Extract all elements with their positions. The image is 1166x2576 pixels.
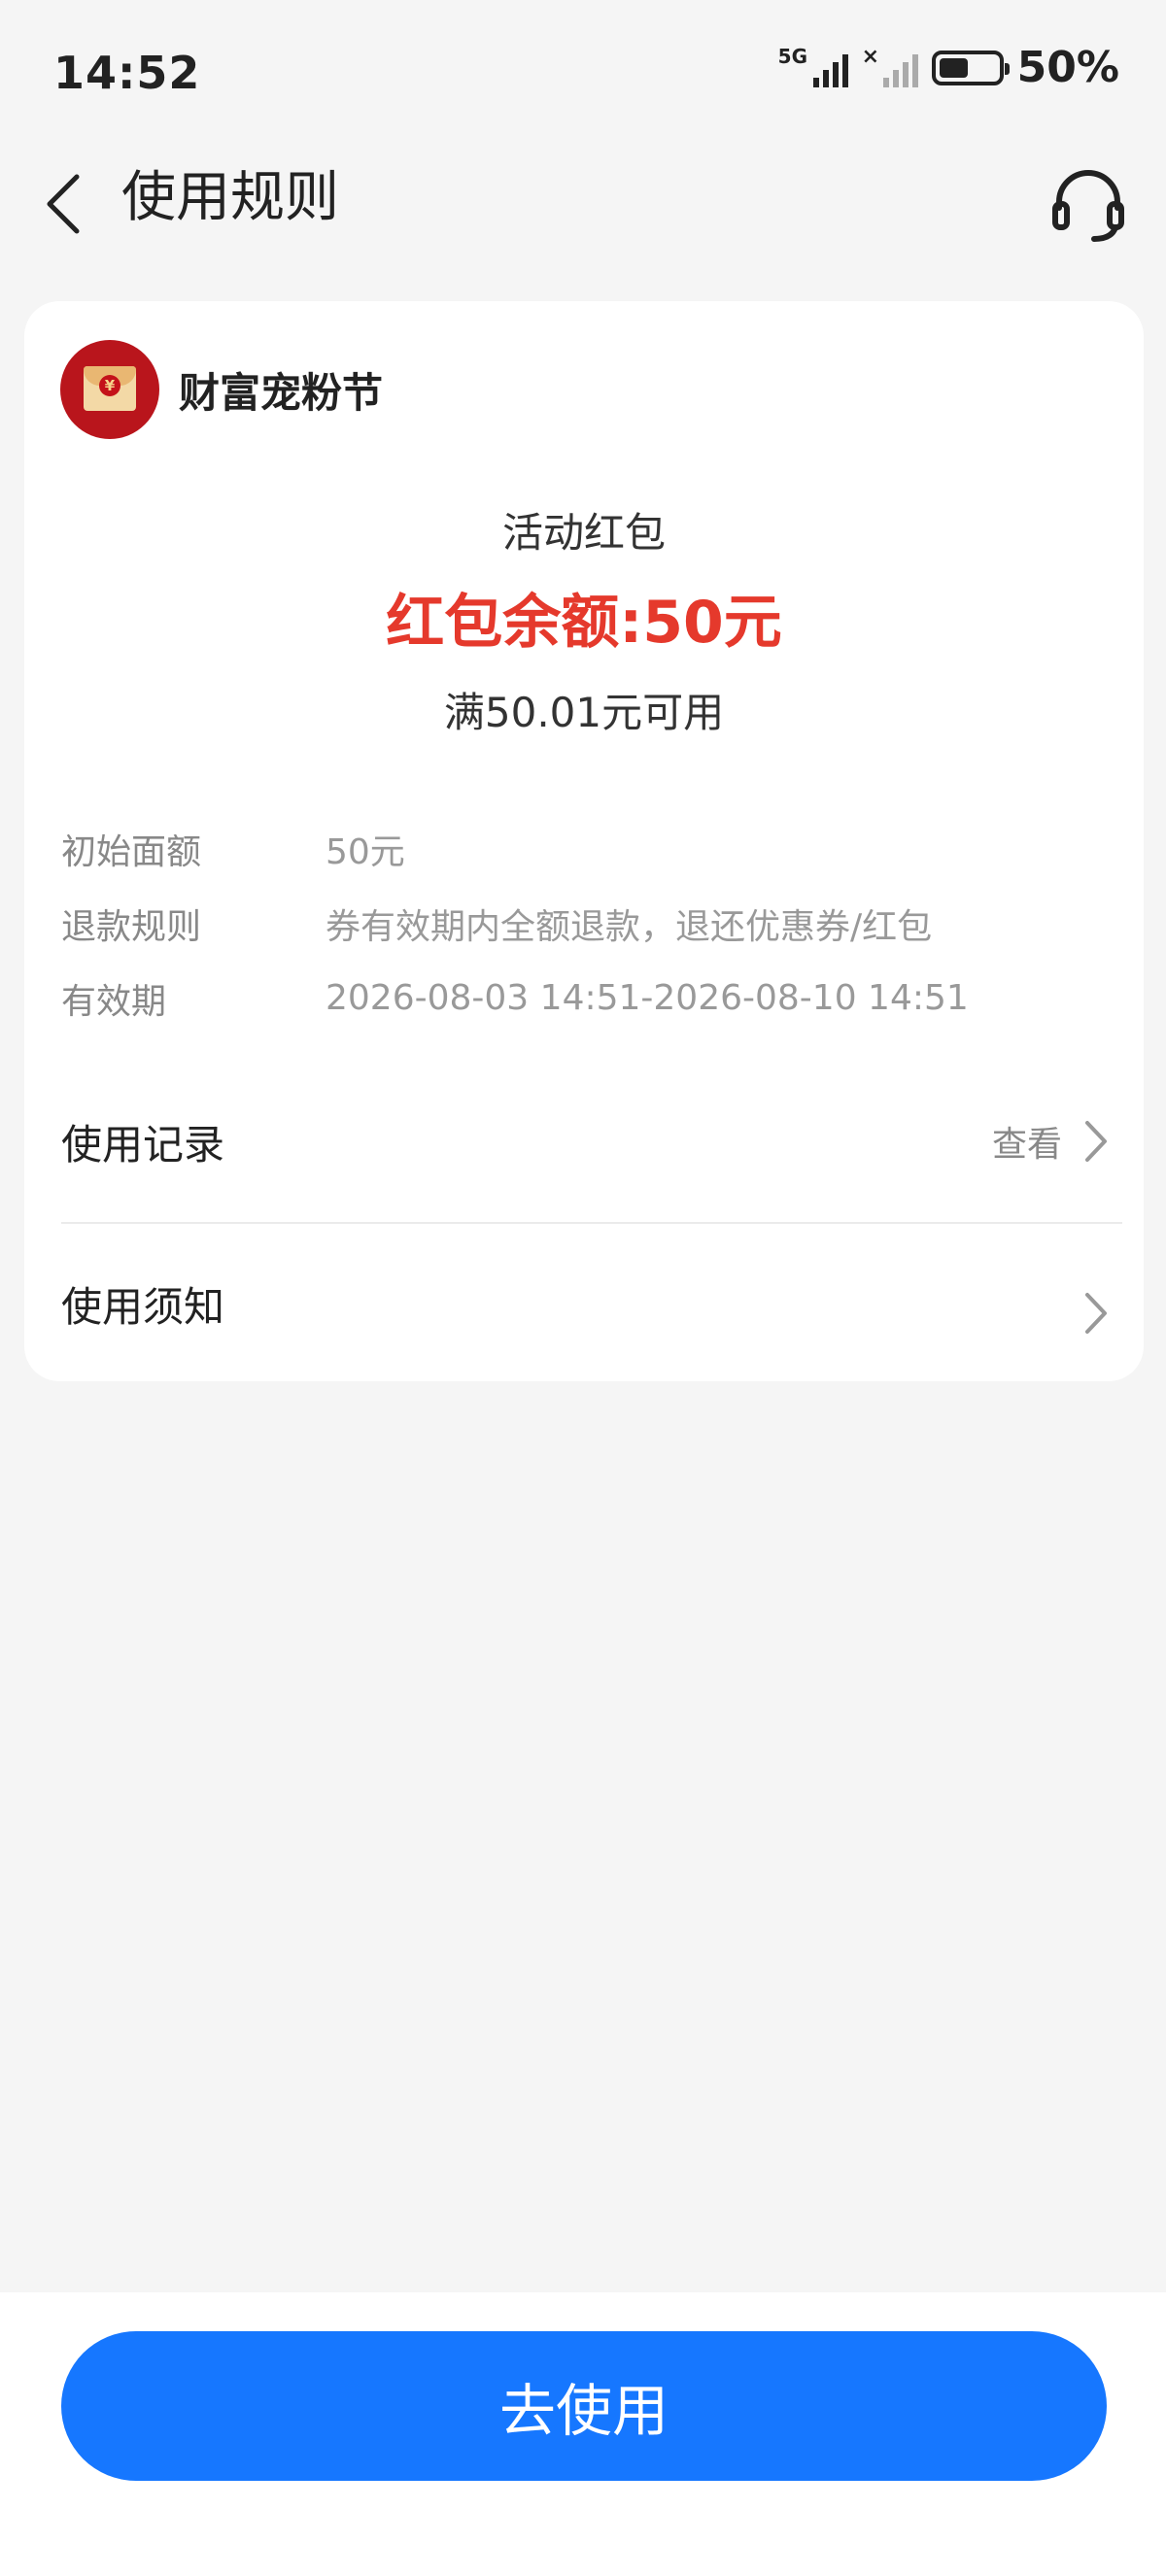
customer-service-button[interactable] xyxy=(1047,163,1129,245)
page-title: 使用规则 xyxy=(121,166,339,229)
usage-record-link-group: 查看 xyxy=(992,1116,1111,1167)
network-type-label: 5G xyxy=(777,44,808,68)
usage-record-row[interactable]: 使用记录 查看 xyxy=(61,1102,1111,1180)
brand-name: 财富宠粉节 xyxy=(179,368,384,417)
view-link[interactable]: 查看 xyxy=(992,1116,1062,1167)
divider xyxy=(61,1222,1122,1224)
packet-balance: 红包余额:50元 xyxy=(386,589,782,657)
cellular-5g-signal-icon: 5G xyxy=(778,45,848,91)
battery-icon xyxy=(931,50,1010,85)
headset-icon xyxy=(1052,170,1124,242)
info-label: 有效期 xyxy=(61,981,167,1022)
battery-percent: 50% xyxy=(1016,43,1119,92)
brand-header: ¥ 财富宠粉节 xyxy=(60,340,383,439)
chevron-right-icon xyxy=(1085,1121,1107,1162)
status-icons: 5G × 50% xyxy=(778,43,1119,92)
info-row-initial-amount: 初始面额 50元 xyxy=(61,811,1111,886)
cellular-no-signal-icon: × xyxy=(862,45,918,91)
back-button[interactable] xyxy=(34,165,92,243)
status-time: 14:52 xyxy=(53,47,201,99)
usage-record-label: 使用记录 xyxy=(61,1120,225,1169)
battery-level xyxy=(939,57,968,78)
usage-notice-label: 使用须知 xyxy=(61,1282,225,1331)
status-bar: 14:52 5G × 50% xyxy=(0,0,1166,146)
packet-type: 活动红包 xyxy=(501,509,666,557)
chevron-right-icon xyxy=(1085,1293,1107,1334)
usage-notice-row[interactable]: 使用须知 xyxy=(61,1265,1111,1342)
info-value: 50元 xyxy=(326,831,405,872)
info-row-validity: 有效期 2026-08-03 14:51-2026-08-10 14:51 xyxy=(61,961,1111,1035)
red-packet-card: ¥ 财富宠粉节 活动红包 红包余额:50元 满50.01元可用 初始面额 50元… xyxy=(24,301,1144,1381)
packet-info-list: 初始面额 50元 退款规则 券有效期内全额退款，退还优惠券/红包 有效期 202… xyxy=(61,811,1111,1035)
chevron-left-icon xyxy=(47,174,80,234)
bottom-action-bar: 去使用 xyxy=(0,2292,1166,2576)
sim2-status-label: × xyxy=(861,44,880,69)
info-value: 券有效期内全额退款，退还优惠券/红包 xyxy=(326,906,933,947)
red-envelope-icon: ¥ xyxy=(60,340,159,439)
use-now-button[interactable]: 去使用 xyxy=(61,2331,1107,2481)
info-value: 2026-08-03 14:51-2026-08-10 14:51 xyxy=(326,978,969,1018)
info-row-refund-rule: 退款规则 券有效期内全额退款，退还优惠券/红包 xyxy=(61,886,1111,961)
usage-condition: 满50.01元可用 xyxy=(443,689,725,736)
info-label: 退款规则 xyxy=(61,906,202,947)
info-label: 初始面额 xyxy=(61,831,202,872)
